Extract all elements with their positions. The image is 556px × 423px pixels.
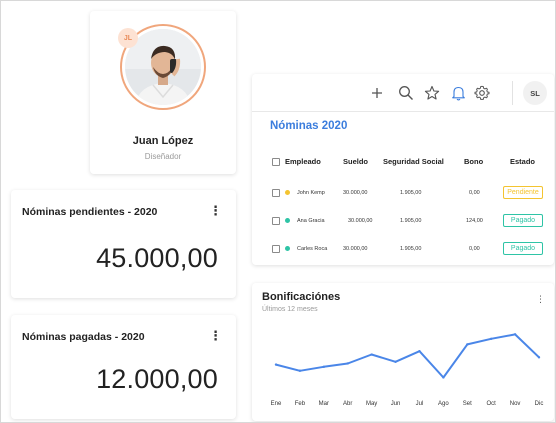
data-point: [418, 349, 421, 353]
data-point: [489, 337, 493, 341]
data-point: [346, 362, 349, 365]
profile-name: Juan López: [132, 135, 194, 147]
column-header-employee[interactable]: Empleado: [285, 157, 321, 166]
pending-payroll-card: Nóminas pendientes - 2020 ⋮ 45.000,00: [11, 190, 236, 298]
status-dot: [285, 190, 290, 195]
more-options-icon[interactable]: ⋮: [209, 329, 222, 342]
payroll-title: Nóminas 2020: [270, 120, 348, 132]
data-point: [298, 369, 302, 372]
initials-badge: JL: [118, 28, 138, 48]
social-security-value: 1.905,00: [400, 218, 422, 224]
x-tick-label: May: [366, 401, 377, 407]
data-point: [394, 360, 397, 363]
paid-payroll-card: Nóminas pagadas - 2020 ⋮ 12.000,00: [11, 315, 236, 419]
employee-name: Ana Gracia: [297, 218, 325, 224]
column-header-social-security[interactable]: Seguridad Social: [383, 157, 444, 166]
pending-payroll-value: 45.000,00: [96, 243, 218, 273]
social-security-value: 1.905,00: [400, 190, 422, 196]
x-tick-label: Dic: [535, 401, 544, 407]
data-point: [513, 333, 517, 336]
select-all-checkbox[interactable]: [272, 158, 280, 166]
x-tick-label: Ene: [271, 401, 282, 407]
series-line: [275, 333, 540, 379]
row-checkbox[interactable]: [272, 217, 280, 225]
toolbar-divider: [512, 81, 513, 105]
plus-icon[interactable]: [368, 84, 386, 102]
paid-payroll-value: 12.000,00: [96, 364, 218, 394]
data-point: [370, 353, 373, 356]
status-dot: [285, 218, 290, 223]
x-tick-label: Abr: [343, 401, 352, 407]
x-tick-label: Nov: [510, 401, 521, 407]
x-tick-label: Jun: [391, 401, 401, 407]
employee-name: Carles Roca: [297, 246, 328, 252]
search-icon[interactable]: [397, 84, 415, 102]
social-security-value: 1.905,00: [400, 246, 422, 252]
bonus-value: 0,00: [469, 246, 480, 252]
row-checkbox[interactable]: [272, 189, 280, 197]
bonus-chart-card: Bonificaciónes Últimos 12 meses ⋮ Ene Feb…: [252, 283, 554, 421]
bonus-value: 124,00: [466, 218, 483, 224]
x-tick-label: Feb: [295, 401, 306, 407]
paid-payroll-title: Nóminas pagadas - 2020: [22, 331, 145, 343]
user-avatar[interactable]: SL: [523, 81, 547, 105]
more-options-icon[interactable]: ⋮: [209, 204, 222, 217]
payroll-card: SL Nóminas 2020 Empleado Sueldo Segurida…: [252, 74, 554, 265]
employee-name: John Kemp: [297, 190, 325, 196]
dashboard: JL Juan López Diseñador Nóminas pendient…: [0, 0, 556, 423]
bonus-value: 0,00: [469, 190, 480, 196]
bonus-line-chart: Ene Feb Mar Abr May Jun Jul Ago Set Oct Nov Dic: [271, 333, 544, 407]
data-point: [274, 363, 278, 366]
status-badge: Pagado: [503, 242, 543, 255]
salary-value: 30.000,00: [343, 246, 368, 252]
salary-value: 30.000,00: [343, 190, 368, 196]
x-tick-label: Mar: [319, 401, 329, 407]
star-icon[interactable]: [423, 84, 441, 102]
gear-icon[interactable]: [473, 84, 491, 102]
data-point: [537, 356, 541, 359]
column-header-salary[interactable]: Sueldo: [343, 157, 368, 166]
status-badge: Pagado: [503, 214, 543, 227]
profile-role: Diseñador: [144, 152, 182, 161]
data-point: [442, 376, 445, 379]
pending-payroll-title: Nóminas pendientes - 2020: [22, 206, 158, 218]
data-point: [466, 343, 469, 346]
salary-value: 30.000,00: [348, 218, 373, 224]
bell-icon[interactable]: [449, 84, 467, 102]
column-header-status[interactable]: Estado: [510, 157, 535, 166]
x-tick-label: Set: [463, 401, 472, 407]
x-tick-label: Jul: [416, 401, 424, 407]
x-tick-label: Ago: [438, 401, 449, 407]
toolbar: SL: [252, 74, 554, 112]
x-tick-label: Oct: [487, 401, 497, 407]
status-badge: Pendiente: [503, 186, 543, 199]
column-header-bonus[interactable]: Bono: [464, 157, 483, 166]
row-checkbox[interactable]: [272, 245, 280, 253]
status-dot: [285, 246, 290, 251]
data-point: [322, 365, 326, 369]
profile-card: JL Juan López Diseñador: [90, 11, 236, 174]
